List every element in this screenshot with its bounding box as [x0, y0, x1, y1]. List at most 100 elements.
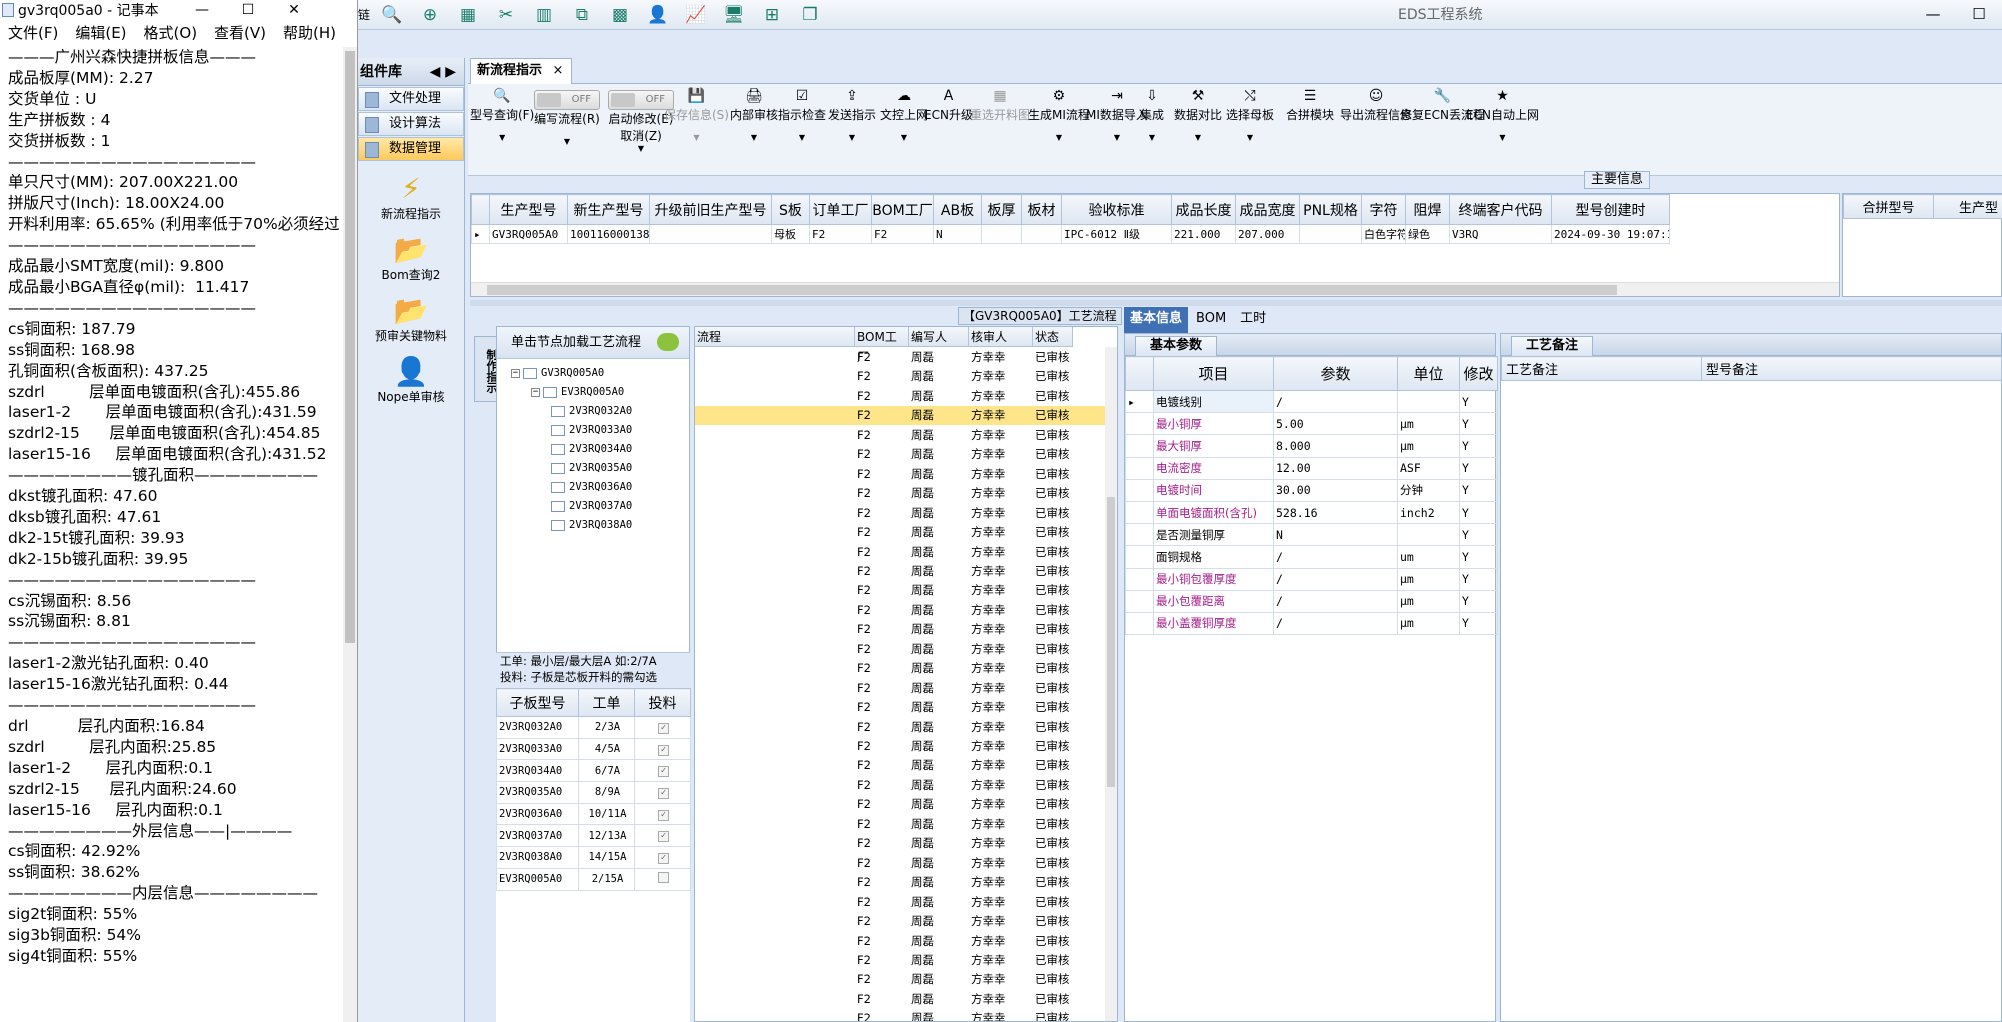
ribbon-button[interactable]: ⇩ 集成 ▼ [1140, 86, 1164, 142]
ribbon-button[interactable]: ⇪ 发送指示 ▼ [828, 86, 876, 142]
nav-item-new-process[interactable]: ⚡ 新流程指示 [358, 173, 464, 222]
ribbon-button[interactable]: OFF 编写流程(R) ▼ [534, 90, 600, 146]
column-header[interactable]: PNL规格 [1299, 194, 1362, 225]
table-cell[interactable]: 207.000 [1235, 224, 1300, 244]
notepad-vertical-scrollbar[interactable] [343, 47, 357, 1022]
flow-row[interactable]: 镀孔F2周磊方幸幸已审核 [695, 640, 1105, 659]
maximize-button[interactable]: ☐ [226, 0, 270, 19]
column-header[interactable]: 成品长度 [1171, 194, 1236, 225]
column-header[interactable]: 订单工厂 [809, 194, 872, 225]
feed-cell[interactable]: ✓ [634, 846, 691, 869]
work-order[interactable]: 2/3A [578, 716, 635, 739]
column-header[interactable]: 子板型号 [496, 688, 579, 717]
table-row[interactable]: EV3RQ005A0 2/15A [496, 867, 691, 891]
tree-node[interactable]: 2V3RQ035A0 [551, 462, 632, 474]
minimize-button[interactable]: — [180, 0, 224, 19]
sub-board-model[interactable]: 2V3RQ037A0 [496, 824, 579, 848]
app-maximize-button[interactable]: ☐ [1956, 0, 2002, 28]
tab-bom[interactable]: BOM [1190, 307, 1232, 333]
notepad-text-area[interactable]: ———广州兴森快捷拼板信息——— 成品板厚(MM): 2.27 交货单位 : U 生产… [8, 47, 342, 1022]
sub-board-model[interactable]: 2V3RQ033A0 [496, 737, 579, 761]
column-header[interactable]: 修改 [1459, 356, 1498, 391]
main-grid-horizontal-scrollbar[interactable] [471, 282, 1839, 296]
work-order[interactable]: 8/9A [578, 781, 635, 804]
column-header[interactable]: 工艺备注 [1501, 356, 1702, 381]
flow-row[interactable]: 去毛刺1F2周磊方幸幸已审核 [695, 348, 1105, 367]
column-header[interactable]: 型号创建时 [1551, 194, 1670, 225]
param-value[interactable]: 8.000 [1273, 434, 1398, 458]
ribbon-button[interactable]: ⤭ 选择母板 ▼ [1226, 86, 1274, 142]
column-header[interactable]: 生产型号 [489, 194, 568, 225]
flow-row[interactable]: 曝光F2周磊方幸幸已审核 [695, 581, 1105, 600]
work-order[interactable]: 10/11A [578, 802, 635, 826]
table-cell[interactable]: 10011600013857 [567, 224, 650, 244]
flow-row[interactable]: −图形电镀F2周磊方幸幸已审核 [695, 620, 1105, 639]
column-header[interactable]: 生产型 [1933, 194, 2002, 219]
feed-cell[interactable]: ✓ [634, 781, 691, 804]
sub-board-model[interactable]: 2V3RQ036A0 [496, 802, 579, 826]
param-row[interactable]: 最小包覆距离 / μm Y [1125, 589, 1498, 613]
ribbon-button[interactable]: ☰ 合拼模块 [1286, 86, 1334, 123]
menu-format[interactable]: 格式(O) [144, 22, 198, 43]
flow-row[interactable]: 喷砂F2周磊方幸幸已审核 [695, 465, 1105, 484]
ribbon-button[interactable]: 🖨 内部审核 ▼ [730, 86, 778, 142]
column-header[interactable]: 成品宽度 [1235, 194, 1300, 225]
table-row[interactable]: ▸GV3RQ005A010011600013857母板F2F2NIPC-6012… [471, 224, 1670, 244]
column-header[interactable]: 板厚 [981, 194, 1022, 225]
column-header[interactable]: 终端客户代码 [1449, 194, 1552, 225]
table-cell[interactable]: IPC-6012 Ⅱ级 [1061, 224, 1172, 244]
flow-column-header[interactable]: 状态 [1033, 327, 1073, 347]
scissors-icon[interactable]: ✂ [494, 3, 518, 27]
column-header[interactable]: 阻焊 [1405, 194, 1450, 225]
sub-board-model[interactable]: EV3RQ005A0 [496, 867, 579, 891]
flow-row[interactable]: 板镀F2周磊方幸幸已审核 [695, 406, 1105, 426]
column-header[interactable]: AB板 [933, 194, 982, 225]
tab-basic-params[interactable]: 基本参数 [1135, 336, 1218, 356]
tree-node[interactable]: − GV3RQ005A0 [511, 367, 604, 379]
flow-row[interactable]: 树脂塞孔F2周磊方幸幸已审核 [695, 737, 1105, 756]
table-cell[interactable]: 母板 [771, 224, 810, 244]
column-header[interactable]: 项目 [1153, 356, 1274, 391]
scrollbar-thumb[interactable] [1107, 497, 1115, 787]
feed-cell[interactable] [634, 867, 691, 891]
collapse-icon[interactable]: − [531, 387, 540, 397]
app-minimize-button[interactable]: — [1910, 0, 1956, 28]
sub-board-model[interactable]: 2V3RQ032A0 [496, 716, 579, 739]
flow-row[interactable]: 阻焊前处理F2周磊方幸幸已审核 [695, 718, 1105, 737]
nav-item-key-material[interactable]: 📂 预审关键物料 [358, 295, 464, 344]
table-cell[interactable]: 白色字符 [1361, 224, 1406, 244]
table-cell[interactable]: F2 [809, 224, 872, 244]
column-header[interactable]: 升级前旧生产型号 [649, 194, 772, 225]
film-icon[interactable]: ▥ [532, 3, 556, 27]
user-icon[interactable]: 👤 [646, 3, 670, 27]
feed-checkbox[interactable]: ✓ [658, 744, 669, 756]
flow-row[interactable]: 退膜F2周磊方幸幸已审核 [695, 679, 1105, 698]
sub-board-model[interactable]: 2V3RQ038A0 [496, 846, 579, 869]
feed-checkbox[interactable]: ✓ [658, 831, 669, 843]
table-cell[interactable]: GV3RQ005A0 [489, 224, 568, 244]
param-row[interactable]: 面铜规格 / um Y [1125, 545, 1498, 569]
speech-bubble-icon[interactable] [657, 333, 679, 351]
param-value[interactable]: / [1273, 389, 1398, 414]
table-cell[interactable] [649, 224, 772, 244]
tab-craft-notes[interactable]: 工艺备注 [1511, 336, 1594, 356]
feed-cell[interactable]: ✓ [634, 759, 691, 783]
table-row[interactable]: 2V3RQ038A0 14/15A ✓ [496, 846, 691, 869]
ribbon-button[interactable]: 🔍 型号查询(F) ▼ [470, 86, 534, 142]
tab-basic-info[interactable]: 基本信息 [1124, 307, 1189, 333]
flow-row[interactable]: 外层前处理F2周磊方幸幸已审核 [695, 543, 1105, 562]
flow-row[interactable]: −电镀F2周磊方幸幸已审核 [695, 387, 1105, 406]
flow-row[interactable]: 陶瓷磨板F2周磊方幸幸已审核 [695, 795, 1105, 814]
table-cell[interactable]: 绿色 [1405, 224, 1450, 244]
column-header[interactable]: 单位 [1397, 356, 1460, 391]
flow-column-header[interactable]: 核审人 [969, 327, 1033, 347]
table-cell[interactable]: V3RQ [1449, 224, 1552, 244]
flow-row[interactable]: 盲孔检查1F2周磊方幸幸已审核 [695, 504, 1105, 523]
ribbon-button[interactable]: ⇥ MI数据导入 ▼ [1086, 86, 1148, 142]
column-header[interactable]: 验收标准 [1061, 194, 1172, 225]
flow-row[interactable]: −层压2F2周磊方幸幸已审核 [695, 932, 1105, 951]
column-header[interactable]: S板 [771, 194, 810, 225]
nav-tab-data[interactable]: 数据管理 [358, 137, 464, 161]
flow-row[interactable]: X-Ray冲孔2F2周磊方幸幸已审核 [695, 951, 1105, 970]
menu-help[interactable]: 帮助(H) [283, 22, 336, 43]
